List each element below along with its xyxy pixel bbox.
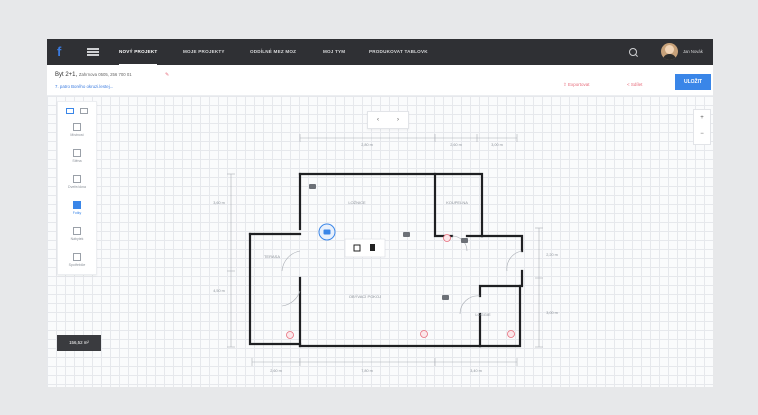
dim-top-3: 3,00 m bbox=[491, 143, 503, 147]
tool-appliances[interactable]: Spotřebiče bbox=[58, 250, 96, 276]
dim-bottom-1: 2,60 m bbox=[270, 369, 282, 373]
edit-icon[interactable]: ✎ bbox=[165, 72, 169, 78]
project-title: Byt 2+1, bbox=[55, 72, 78, 78]
zoom-out-button[interactable]: − bbox=[694, 126, 710, 142]
selected-camera-marker[interactable] bbox=[318, 223, 336, 241]
room-icon bbox=[73, 123, 81, 131]
room-living: OBÝVACÍ POKOJ bbox=[349, 294, 381, 299]
app-window: f NOVÝ PROJEKT MOJE PROJEKTY ODDÍLNÉ MEZ… bbox=[47, 39, 713, 387]
photo-point-icon[interactable] bbox=[286, 331, 294, 339]
project-address: Zahrnova 0505, 256 700 01 bbox=[78, 72, 132, 77]
top-navbar: f NOVÝ PROJEKT MOJE PROJEKTY ODDÍLNÉ MEZ… bbox=[47, 39, 713, 65]
export-button[interactable]: ⇪ Exportovat bbox=[563, 79, 590, 91]
dim-left-1: 3,60 m bbox=[213, 201, 225, 205]
app-logo[interactable]: f bbox=[57, 45, 65, 59]
pencil-icon bbox=[73, 149, 81, 157]
room-terrace: TERASA bbox=[264, 254, 280, 259]
share-label: Sdílet bbox=[630, 82, 643, 87]
tool-label: Fotky bbox=[72, 211, 82, 215]
share-button[interactable]: < Sdílet bbox=[627, 79, 642, 91]
door-icon bbox=[73, 175, 81, 183]
floor-pager: ‹ › bbox=[367, 111, 409, 129]
room-bathroom: KOUPELNA bbox=[446, 200, 468, 205]
camera-icon bbox=[73, 201, 81, 209]
nav-item-new-project[interactable]: NOVÝ PROJEKT bbox=[119, 39, 158, 65]
camera-icon[interactable] bbox=[442, 295, 449, 300]
marker-popup bbox=[344, 238, 386, 258]
nav-item-my-team[interactable]: MOJ TYM bbox=[323, 39, 345, 65]
dim-top-2: 2,60 m bbox=[450, 143, 462, 147]
export-label: Exportovat bbox=[568, 82, 590, 87]
floorplan-drawing: 2,80 m 2,60 m 3,00 m 3,60 m 4,50 m 2,20 … bbox=[213, 134, 558, 373]
tool-room[interactable]: Místnost bbox=[58, 120, 96, 146]
menu-icon[interactable] bbox=[87, 48, 99, 56]
photo-point-icon[interactable] bbox=[507, 330, 515, 338]
photo-point-icon[interactable] bbox=[420, 330, 428, 338]
search-icon[interactable] bbox=[629, 48, 637, 56]
tool-label: Dveře/okna bbox=[68, 185, 86, 189]
project-location-link[interactable]: 7. patro Borého okruzi.lestej... bbox=[55, 84, 113, 89]
furniture-icon bbox=[73, 227, 81, 235]
tool-wall[interactable]: Stěna bbox=[58, 146, 96, 172]
dim-bottom-3: 3,40 m bbox=[470, 369, 482, 373]
nav-item-my-projects[interactable]: MOJE PROJEKTY bbox=[183, 39, 225, 65]
tool-label: Stěna bbox=[72, 159, 82, 163]
nav-item-shared[interactable]: ODDÍLNÉ MEZ MOZ bbox=[250, 39, 296, 65]
zoom-in-button[interactable]: + bbox=[694, 110, 710, 126]
dim-right-2: 3,00 m bbox=[546, 311, 558, 315]
tool-label: Místnost bbox=[70, 133, 84, 137]
list-view-icon[interactable] bbox=[80, 108, 88, 114]
tool-panel: Místnost Stěna Dveře/okna Fotky Nábytek … bbox=[57, 101, 97, 275]
next-floor-button[interactable]: › bbox=[388, 112, 408, 128]
dim-right-1: 2,20 m bbox=[546, 253, 558, 257]
dim-bottom-2: 7,80 m bbox=[361, 369, 373, 373]
appliance-icon bbox=[73, 253, 81, 261]
photo-point-icon[interactable] bbox=[443, 234, 451, 242]
delete-marker-icon[interactable] bbox=[370, 244, 375, 251]
camera-icon[interactable] bbox=[403, 232, 410, 237]
nav-item-produce[interactable]: PRODUKOVAT TABLOVK bbox=[369, 39, 428, 65]
tool-label: Nábytek bbox=[70, 237, 84, 241]
tool-photos[interactable]: Fotky bbox=[58, 198, 96, 224]
save-button[interactable]: ULOŽIT bbox=[675, 74, 711, 90]
room-loggia: LOGGIE bbox=[475, 312, 491, 317]
username[interactable]: Jan Novák bbox=[683, 39, 703, 65]
avatar[interactable] bbox=[661, 43, 678, 60]
area-badge: 156,52 m² bbox=[57, 335, 101, 351]
room-bedroom: LOŽNICE bbox=[348, 200, 366, 205]
floorplan-canvas[interactable]: 2,80 m 2,60 m 3,00 m 3,60 m 4,50 m 2,20 … bbox=[47, 96, 713, 387]
zoom-controls: + − bbox=[693, 109, 711, 145]
page-title: Byt 2+1, Zahrnova 0505, 256 700 01 bbox=[55, 72, 132, 78]
dim-top-1: 2,80 m bbox=[361, 143, 373, 147]
project-header: Byt 2+1, Zahrnova 0505, 256 700 01 ✎ 7. … bbox=[47, 65, 713, 96]
grid-view-icon[interactable] bbox=[66, 108, 74, 114]
camera-icon[interactable] bbox=[309, 184, 316, 189]
tool-furniture[interactable]: Nábytek bbox=[58, 224, 96, 250]
tool-label: Spotřebiče bbox=[68, 263, 86, 267]
prev-floor-button[interactable]: ‹ bbox=[368, 112, 388, 128]
camera-icon[interactable] bbox=[461, 238, 468, 243]
tool-doors[interactable]: Dveře/okna bbox=[58, 172, 96, 198]
dim-left-2: 4,50 m bbox=[213, 289, 225, 293]
